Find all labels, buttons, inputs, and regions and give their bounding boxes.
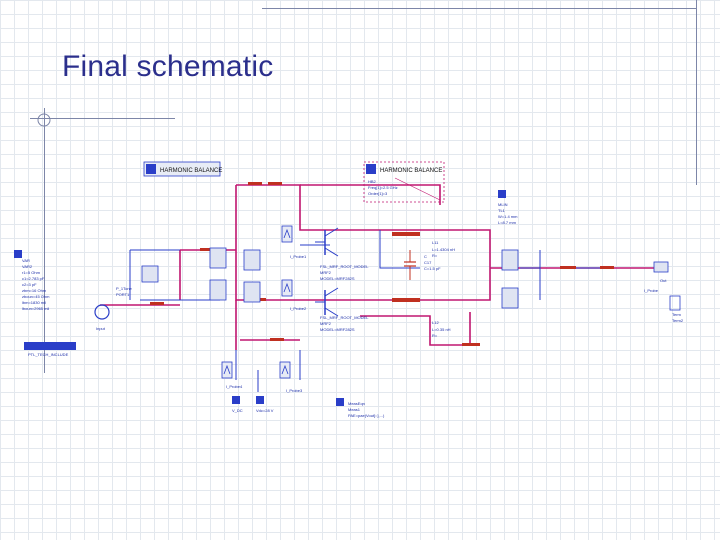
source-param: P_1Tone <box>116 286 133 291</box>
vdc-sources[interactable]: V_DC Vdc=28 V <box>232 396 274 413</box>
capacitor-name: C17 <box>424 260 432 265</box>
inductor-param: L=1.4304 nH <box>432 247 455 252</box>
transistor-model-label: FSL_MRF_ROOT_MODEL <box>320 264 369 269</box>
meas-expression: PAE=pae(Vout[::],...) <box>348 413 385 418</box>
inductor-param: R= <box>432 253 438 258</box>
inductor-label: L11 <box>432 240 439 245</box>
schematic-canvas[interactable]: HARMONIC BALANCE HARMONIC BALANCE HB2 Fr… <box>0 0 720 540</box>
transistor-mrf2-bottom[interactable]: FSL_MRF_ROOT_MODEL MRF2 MODEL=MRF282S <box>315 287 369 332</box>
input-source[interactable]: Input P_1Tone PORT1 <box>94 286 133 331</box>
hb-param: Order[1]=3 <box>368 191 388 196</box>
capacitor-value: C=1.5 pF <box>424 266 441 271</box>
probe-label: I_Probe1 <box>290 254 307 259</box>
source-param: PORT1 <box>116 292 130 297</box>
var-param: c1=2.783 pF <box>22 276 45 281</box>
var-param: lbm=1830 mil <box>22 300 46 305</box>
var-param: r1=5 Ohm <box>22 270 41 275</box>
stripline-label: MLIN <box>498 202 508 207</box>
inductor-param: L=0.35 nH <box>432 327 451 332</box>
probe-2[interactable]: I_Probe2 <box>281 279 307 311</box>
ptl-label: PTL_TECH_INCLUDE <box>28 352 69 357</box>
probe-label: I_Probe3 <box>286 388 303 393</box>
transistor-name-label: MRF2 <box>320 270 332 275</box>
meas-label: MeasEqn <box>348 401 365 406</box>
bias-wires <box>129 230 600 392</box>
transistor-param-label: MODEL=MRF282S <box>320 327 355 332</box>
var-param: zbm=16 Ohm <box>22 288 47 293</box>
var-block[interactable]: VAR VAR2 r1=5 Ohm c1=2.783 pF c2=3 pF zb… <box>14 250 50 311</box>
var-label: VAR <box>22 258 30 263</box>
var-param: VAR2 <box>22 264 33 269</box>
vdc-value: Vdc=28 V <box>256 408 274 413</box>
inductor-l12[interactable]: L12 L=0.35 nH R= <box>392 298 451 338</box>
output-port-label: Out <box>660 278 667 283</box>
stripline-param: W=1.4 mm <box>498 214 518 219</box>
stripline-params-right[interactable]: MLIN TL1 W=1.4 mm L=8.7 mm <box>498 190 518 225</box>
var-param: c2=3 pF <box>22 282 37 287</box>
probe-label: I_Probe <box>644 288 659 293</box>
harmonic-balance-block-2[interactable]: HARMONIC BALANCE HB2 Freq[1]=2.5 GHz Ord… <box>363 161 445 203</box>
capacitor-label: C <box>424 254 427 259</box>
var-param: lboun=2965 mil <box>22 306 49 311</box>
output-port[interactable]: Out I_Probe Term Term2 <box>644 261 684 323</box>
stripline-param: L=8.7 mm <box>498 220 517 225</box>
ptl-tech-include-1[interactable]: PTL_TECH_INCLUDE <box>24 342 76 357</box>
vdc-label: V_DC <box>232 408 243 413</box>
meas-name: Meas1 <box>348 407 361 412</box>
probe-1[interactable]: I_Probe1 <box>281 225 307 259</box>
hb-icon <box>366 164 376 174</box>
term-label: Term <box>672 312 682 317</box>
transistor-mrf2-top[interactable]: FSL_MRF_ROOT_MODEL MRF2 MODEL=MRF282S <box>315 227 369 281</box>
input-port-label: Input <box>96 326 106 331</box>
transistor-param-label: MODEL=MRF282S <box>320 276 355 281</box>
term-name: Term2 <box>672 318 684 323</box>
transistor-model-label: FSL_MRF_ROOT_MODEL <box>320 315 369 320</box>
hb-param: HB2 <box>368 179 377 184</box>
hb-icon <box>146 164 156 174</box>
inductor-label: L12 <box>432 320 439 325</box>
inductor-param: R= <box>432 333 438 338</box>
harmonic-balance-block-1[interactable]: HARMONIC BALANCE <box>143 161 222 177</box>
var-param: zboun=45 Ohm <box>22 294 50 299</box>
transistor-name-label: MRF2 <box>320 321 332 326</box>
stripline-name: TL1 <box>498 208 506 213</box>
probe-4[interactable]: I_Probe4 <box>221 361 243 389</box>
meas-equation-block[interactable]: MeasEqn Meas1 PAE=pae(Vout[::],...) <box>336 398 385 418</box>
probe-label: I_Probe2 <box>290 306 307 311</box>
probe-label: I_Probe4 <box>226 384 243 389</box>
hb-label-2: HARMONIC BALANCE <box>380 168 442 174</box>
hb-label-1: HARMONIC BALANCE <box>160 168 222 174</box>
